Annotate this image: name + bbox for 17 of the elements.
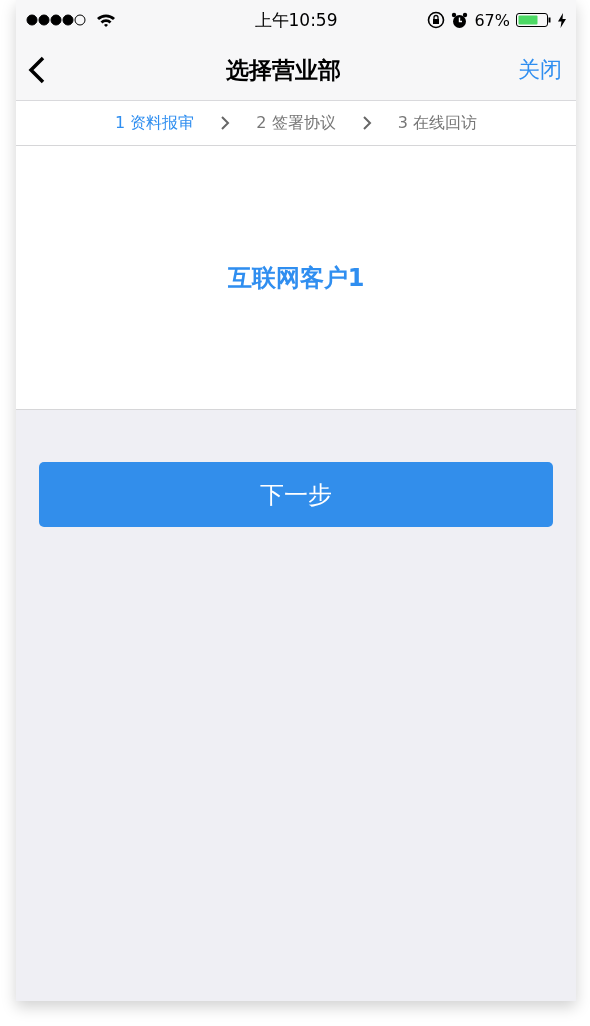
page-title: 选择营业部: [224, 55, 342, 85]
charging-icon: [558, 12, 566, 28]
signal-icon: [26, 14, 88, 26]
step-label: 1 资料报审: [115, 112, 195, 134]
battery-icon: [516, 12, 552, 28]
status-time: 上午10:59: [254, 8, 338, 32]
alarm-icon: [451, 11, 469, 29]
chevron-right-icon: [361, 115, 372, 131]
wifi-icon: [96, 12, 116, 28]
step-label: 3 在线回访: [397, 112, 477, 134]
rotation-lock-icon: [427, 11, 446, 29]
chevron-right-icon: [220, 115, 231, 131]
next-step-button[interactable]: 下一步: [39, 462, 553, 527]
battery-percent: 67%: [474, 10, 510, 30]
customer-name: 互联网客户1: [227, 262, 365, 294]
step-label: 2 签署协议: [256, 112, 336, 134]
close-link[interactable]: 关闭: [518, 55, 562, 85]
